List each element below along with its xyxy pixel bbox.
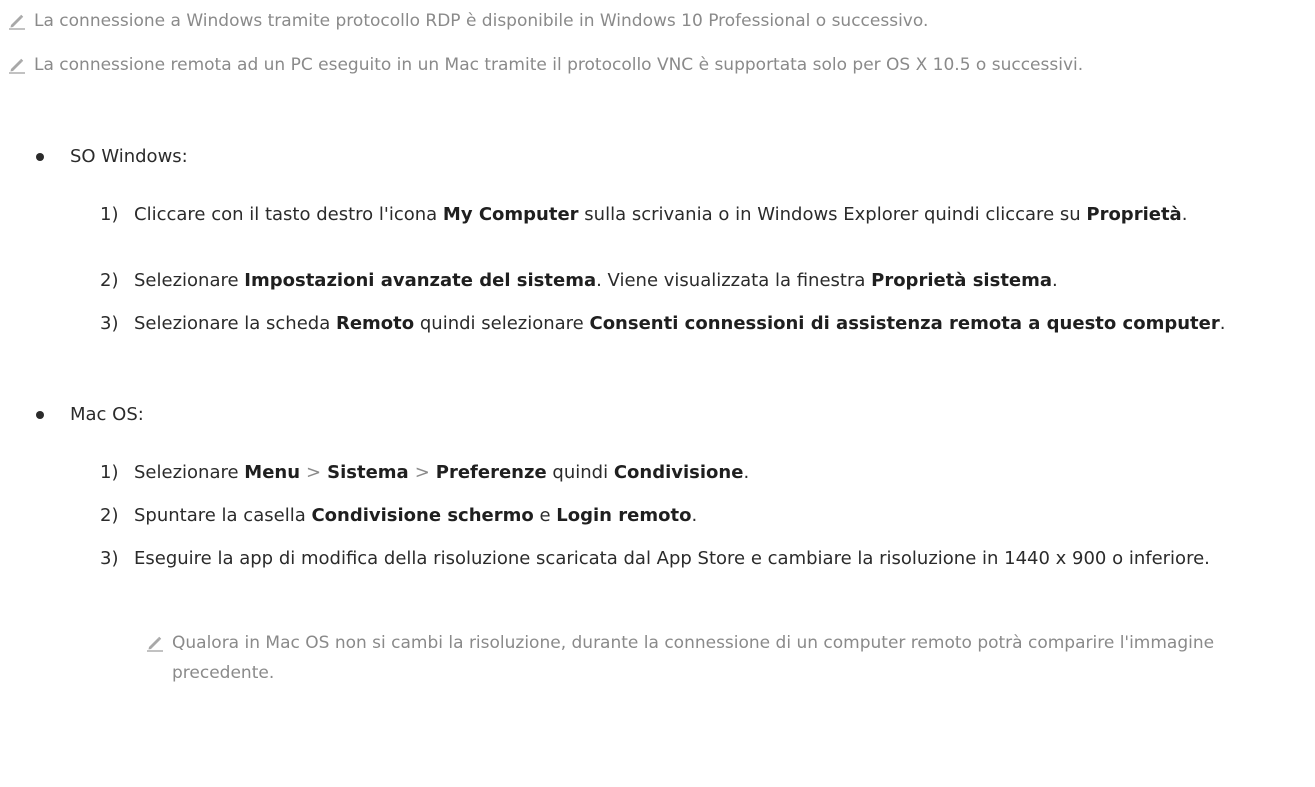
step-number: 3) bbox=[100, 548, 119, 569]
pencil-note-icon bbox=[146, 628, 172, 658]
mac-step-3: 3) Eseguire la app di modifica della ris… bbox=[100, 542, 1210, 575]
section-title: SO Windows: bbox=[70, 146, 188, 167]
menu-separator: > bbox=[306, 462, 322, 483]
step-number: 2) bbox=[100, 505, 119, 526]
step-text: Spuntare la casella Condivisione schermo… bbox=[134, 505, 698, 526]
menu-separator: > bbox=[414, 462, 430, 483]
windows-step-1: 1) Cliccare con il tasto destro l'icona … bbox=[100, 198, 1187, 231]
step-text: Selezionare Menu > Sistema > Preferenze quin… bbox=[134, 462, 750, 483]
pencil-note-icon bbox=[8, 6, 34, 36]
bullet-icon bbox=[36, 153, 44, 161]
ui-term: Impostazioni avanzate del sistema bbox=[244, 270, 597, 291]
pencil-note-icon bbox=[8, 50, 34, 80]
ui-term: Preferenze bbox=[435, 462, 547, 483]
step-text: Selezionare la scheda Remoto quindi sele… bbox=[134, 313, 1226, 334]
section-windows-heading: SO Windows: bbox=[36, 142, 188, 172]
step-text: Cliccare con il tasto destro l'icona My … bbox=[134, 204, 1188, 225]
note-mac-resolution: Qualora in Mac OS non si cambi la risolu… bbox=[146, 628, 1302, 688]
ui-term: Remoto bbox=[335, 313, 415, 334]
section-mac-heading: Mac OS: bbox=[36, 400, 144, 430]
document-page: La connessione a Windows tramite protoco… bbox=[0, 0, 1315, 787]
ui-term: Condivisione schermo bbox=[311, 505, 534, 526]
ui-term: Proprietà bbox=[1086, 204, 1182, 225]
note-text: La connessione a Windows tramite protoco… bbox=[34, 11, 929, 31]
bullet-icon bbox=[36, 411, 44, 419]
note-rdp: La connessione a Windows tramite protoco… bbox=[8, 6, 928, 36]
ui-term: Proprietà sistema bbox=[871, 270, 1053, 291]
mac-step-1: 1) Selezionare Menu > Sistema > Preferenze q… bbox=[100, 456, 749, 489]
mac-step-2: 2) Spuntare la casella Condivisione sche… bbox=[100, 499, 697, 532]
windows-step-2: 2) Selezionare Impostazioni avanzate del… bbox=[100, 264, 1058, 297]
step-number: 2) bbox=[100, 270, 119, 291]
ui-term: Consenti connessioni di assistenza remot… bbox=[589, 313, 1220, 334]
ui-term: Condivisione bbox=[613, 462, 744, 483]
section-title: Mac OS: bbox=[70, 404, 144, 425]
note-vnc: La connessione remota ad un PC eseguito … bbox=[8, 50, 1083, 80]
step-number: 3) bbox=[100, 313, 119, 334]
note-text: La connessione remota ad un PC eseguito … bbox=[34, 55, 1084, 75]
ui-term: Menu bbox=[244, 462, 301, 483]
ui-term: Login remoto bbox=[556, 505, 692, 526]
step-number: 1) bbox=[100, 462, 119, 483]
windows-step-3: 3) Selezionare la scheda Remoto quindi s… bbox=[100, 307, 1225, 340]
step-number: 1) bbox=[100, 204, 119, 225]
ui-term: Sistema bbox=[327, 462, 409, 483]
step-text: Eseguire la app di modifica della risolu… bbox=[134, 548, 1210, 569]
note-text: Qualora in Mac OS non si cambi la risolu… bbox=[172, 633, 1215, 683]
step-text: Selezionare Impostazioni avanzate del si… bbox=[134, 270, 1058, 291]
ui-term: My Computer bbox=[442, 204, 579, 225]
